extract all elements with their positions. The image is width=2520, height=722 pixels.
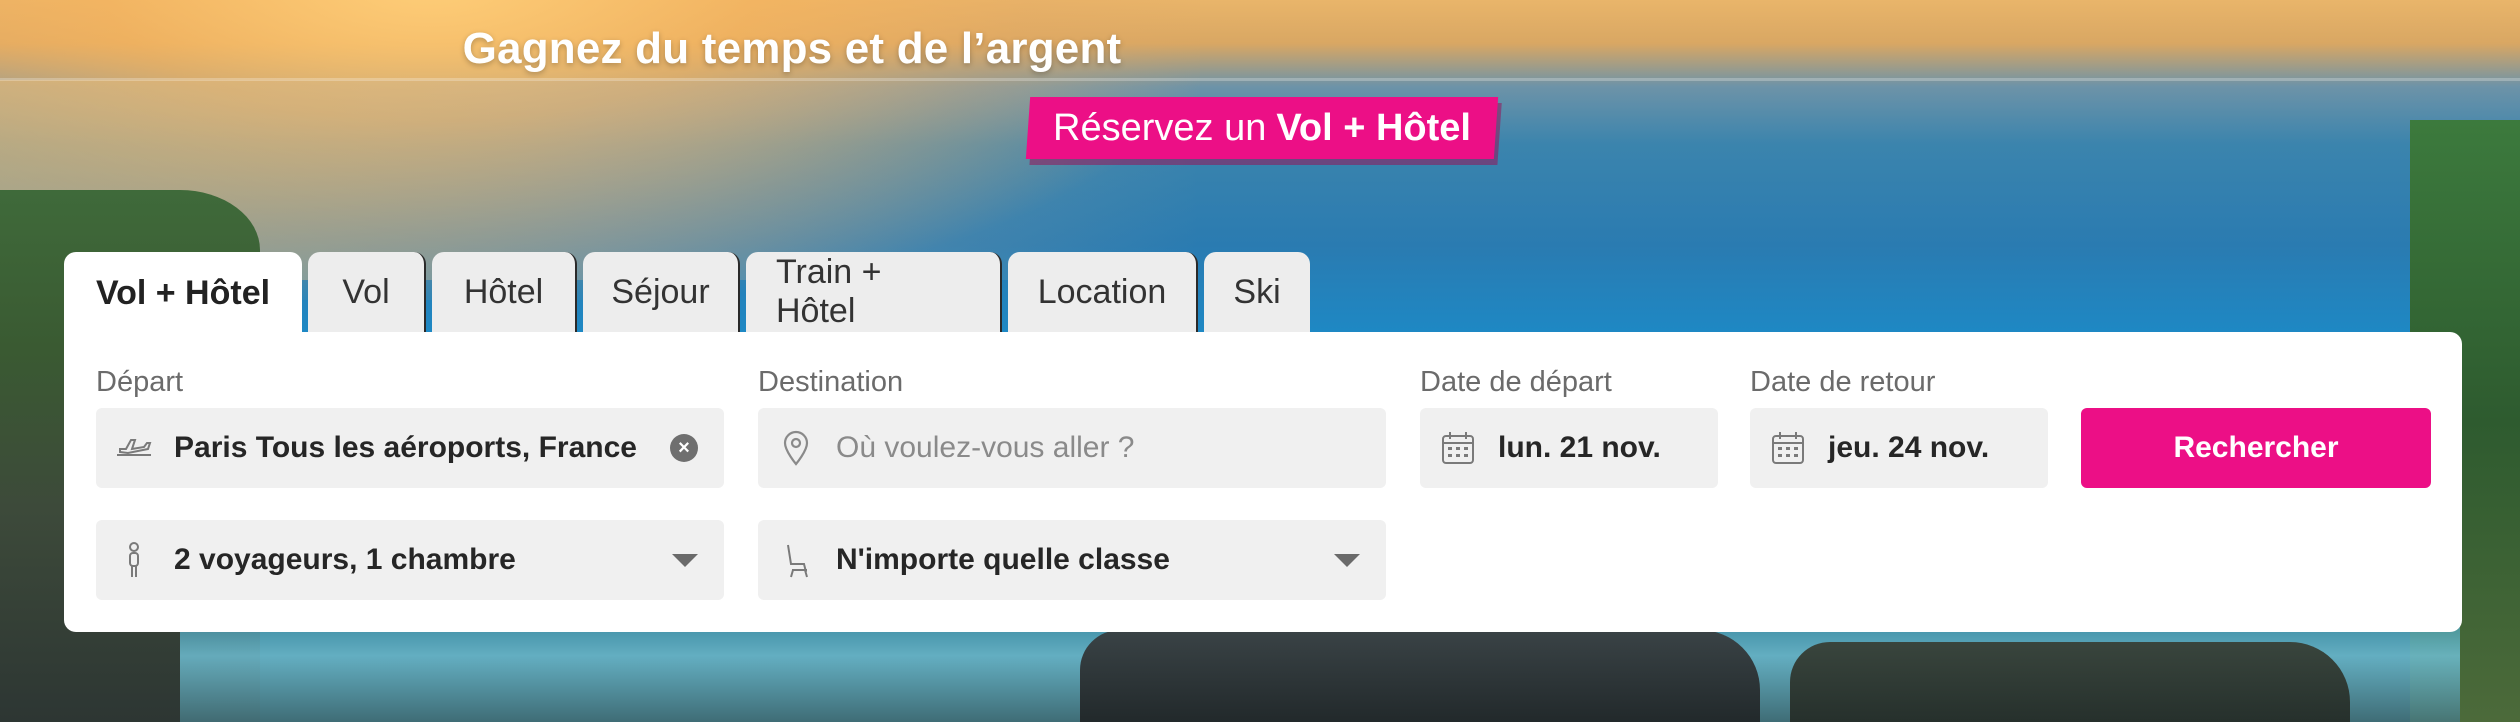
destination-label: Destination: [758, 366, 904, 398]
tab-sejour[interactable]: Séjour: [583, 252, 740, 332]
tab-location[interactable]: Location: [1008, 252, 1198, 332]
location-pin-icon: [776, 428, 816, 468]
date-return-value: jeu. 24 nov.: [1828, 431, 1990, 464]
hero-headline: Gagnez du temps et de l’argent: [462, 24, 1122, 73]
cabin-class-select[interactable]: N'importe quelle classe: [758, 520, 1386, 600]
travellers-select[interactable]: 2 voyageurs, 1 chambre: [96, 520, 724, 600]
promo-text: Réservez un Vol + Hôtel: [1028, 97, 1496, 159]
tab-vol[interactable]: Vol: [308, 252, 426, 332]
promo-prefix: Réservez un: [1053, 106, 1267, 149]
tab-hotel[interactable]: Hôtel: [432, 252, 577, 332]
seat-icon: [776, 540, 816, 580]
date-depart-label: Date de départ: [1420, 366, 1612, 398]
date-depart-field[interactable]: lun. 21 nov.: [1420, 408, 1718, 488]
cabin-class-value: N'importe quelle classe: [836, 543, 1170, 576]
rock: [1790, 642, 2350, 722]
person-icon: [114, 540, 154, 580]
promo-bold: Vol + Hôtel: [1276, 106, 1471, 149]
calendar-icon: [1438, 428, 1478, 468]
date-return-field[interactable]: jeu. 24 nov.: [1750, 408, 2048, 488]
plane-takeoff-icon: [114, 428, 154, 468]
chevron-down-icon: [1334, 553, 1360, 567]
chevron-down-icon: [672, 553, 698, 567]
departure-field[interactable]: Paris Tous les aéroports, France ×: [96, 408, 724, 488]
rock: [1080, 630, 1760, 722]
destination-placeholder: Où voulez-vous aller ?: [836, 431, 1135, 464]
date-depart-value: lun. 21 nov.: [1498, 431, 1661, 464]
departure-value: Paris Tous les aéroports, France: [174, 431, 637, 464]
tab-train-hotel[interactable]: Train + Hôtel: [746, 252, 1002, 332]
calendar-icon: [1768, 428, 1808, 468]
product-tabs: Vol + Hôtel Vol Hôtel Séjour Train + Hôt…: [64, 252, 1310, 334]
tab-ski[interactable]: Ski: [1204, 252, 1310, 332]
horizon-line: [0, 78, 2520, 81]
travellers-value: 2 voyageurs, 1 chambre: [174, 543, 516, 576]
search-button[interactable]: Rechercher: [2081, 408, 2431, 488]
tab-vol-hotel[interactable]: Vol + Hôtel: [64, 252, 302, 334]
clear-departure-button[interactable]: ×: [670, 434, 698, 462]
departure-label: Départ: [96, 366, 184, 398]
date-return-label: Date de retour: [1750, 366, 1936, 398]
destination-field[interactable]: Où voulez-vous aller ?: [758, 408, 1386, 488]
